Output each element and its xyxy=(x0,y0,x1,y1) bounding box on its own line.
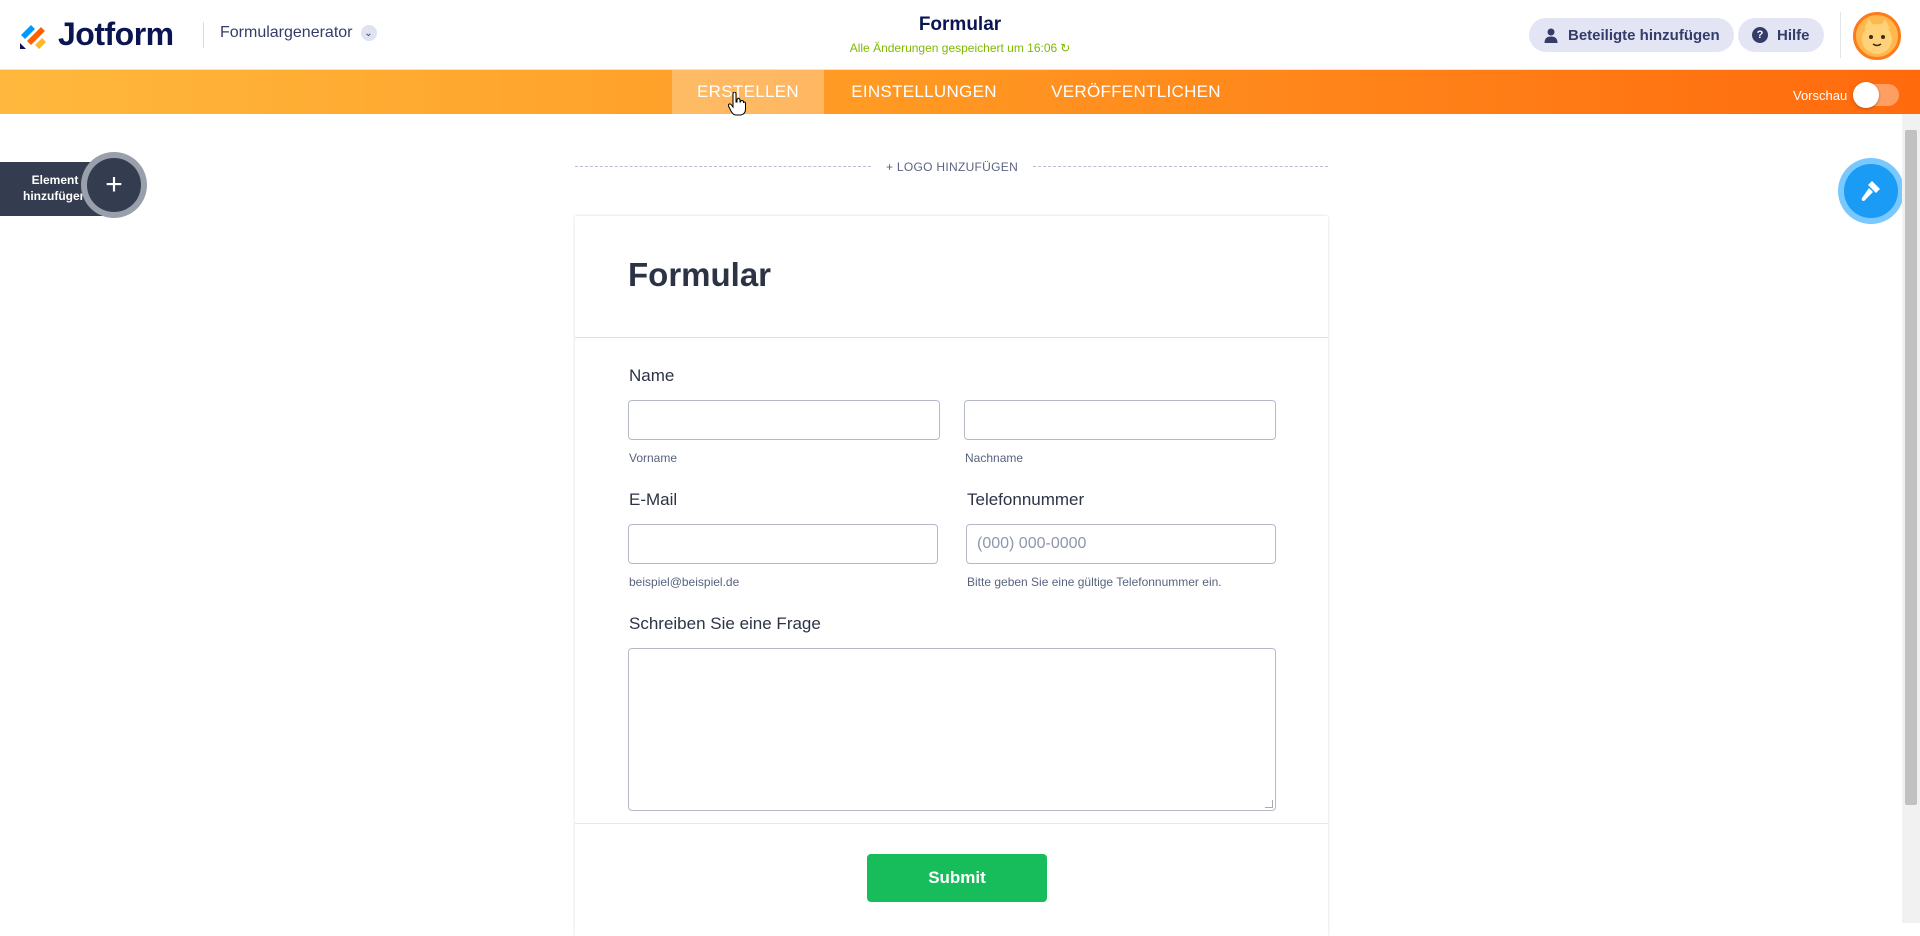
last-name-input[interactable] xyxy=(964,400,1276,440)
app-name: Formulargenerator xyxy=(220,24,353,41)
form-designer-button[interactable] xyxy=(1838,158,1904,224)
jotform-logo-icon xyxy=(20,24,46,49)
resize-handle-icon[interactable] xyxy=(1265,800,1273,808)
add-logo-button[interactable]: + LOGO HINZUFÜGEN xyxy=(875,160,1029,174)
plus-icon: + xyxy=(87,158,141,212)
tab-erstellen[interactable]: ERSTELLEN xyxy=(672,70,824,114)
dashed-line-left xyxy=(575,166,871,167)
heading-divider xyxy=(575,337,1328,338)
form-title-block: Formular Alle Änderungen gespeichert um … xyxy=(760,14,1160,55)
phone-label[interactable]: Telefonnummer xyxy=(967,490,1084,510)
email-sublabel: beispiel@beispiel.de xyxy=(629,575,740,589)
brand-name: Jotform xyxy=(58,16,174,52)
form-heading[interactable]: Formular xyxy=(628,256,771,294)
preview-toggle[interactable] xyxy=(1853,82,1900,108)
name-label[interactable]: Name xyxy=(629,366,674,386)
preview-toggle-group: Vorschau xyxy=(1793,82,1900,108)
first-name-input[interactable] xyxy=(628,400,940,440)
add-element-button[interactable]: + xyxy=(81,152,147,218)
first-name-sublabel: Vorname xyxy=(629,451,678,465)
tab-veroeffentlichen[interactable]: VERÖFFENTLICHEN xyxy=(1024,70,1248,114)
hand-cursor-icon xyxy=(728,92,746,116)
question-label[interactable]: Schreiben Sie eine Frage xyxy=(629,614,821,634)
form-title[interactable]: Formular xyxy=(760,14,1160,36)
form-card: Formular Name Vorname Nachname E-Mail Te… xyxy=(575,216,1328,936)
header-divider-right xyxy=(1840,12,1841,58)
tab-einstellungen[interactable]: EINSTELLUNGEN xyxy=(824,70,1024,114)
phone-sublabel: Bitte geben Sie eine gültige Telefonnumm… xyxy=(967,575,1222,589)
phone-placeholder: (000) 000-0000 xyxy=(977,535,1087,552)
avatar[interactable] xyxy=(1853,12,1901,60)
paint-roller-icon xyxy=(1844,164,1898,218)
chevron-down-icon: ⌄ xyxy=(360,25,377,41)
invite-button[interactable]: Beteiligte hinzufügen xyxy=(1529,18,1734,52)
help-icon: ? xyxy=(1752,27,1768,43)
app-switcher[interactable]: Formulargenerator ⌄ xyxy=(220,24,377,42)
submit-button[interactable]: Submit xyxy=(867,854,1047,902)
phone-input[interactable]: (000) 000-0000 xyxy=(966,524,1276,564)
help-button[interactable]: ? Hilfe xyxy=(1738,18,1824,52)
scrollbar-thumb[interactable] xyxy=(1905,130,1917,805)
dashed-line-right xyxy=(1033,166,1328,167)
avatar-icon xyxy=(1862,19,1892,54)
preview-label: Vorschau xyxy=(1793,87,1848,103)
last-name-sublabel: Nachname xyxy=(965,451,1024,465)
add-logo-row: + LOGO HINZUFÜGEN xyxy=(575,158,1328,174)
email-input[interactable] xyxy=(628,524,938,564)
top-header: Jotform Formulargenerator ⌄ Formular All… xyxy=(0,0,1920,70)
add-element-label: Element hinzufügen xyxy=(23,173,87,203)
save-status-text: Alle Änderungen gespeichert um 16:06 xyxy=(849,41,1058,55)
jotform-logo[interactable]: Jotform xyxy=(18,16,174,53)
header-divider xyxy=(203,22,204,48)
toggle-knob xyxy=(1853,82,1880,108)
email-label[interactable]: E-Mail xyxy=(629,490,677,510)
submit-divider xyxy=(575,823,1328,824)
refresh-icon: ↻ xyxy=(1060,41,1071,55)
question-textarea[interactable] xyxy=(628,648,1276,811)
invite-label: Beteiligte hinzufügen xyxy=(1568,26,1720,44)
help-label: Hilfe xyxy=(1777,26,1810,44)
save-status: Alle Änderungen gespeichert um 16:06 ↻ xyxy=(760,41,1160,55)
builder-nav: ERSTELLEN EINSTELLUNGEN VERÖFFENTLICHEN … xyxy=(0,70,1920,114)
user-icon xyxy=(1543,27,1559,43)
